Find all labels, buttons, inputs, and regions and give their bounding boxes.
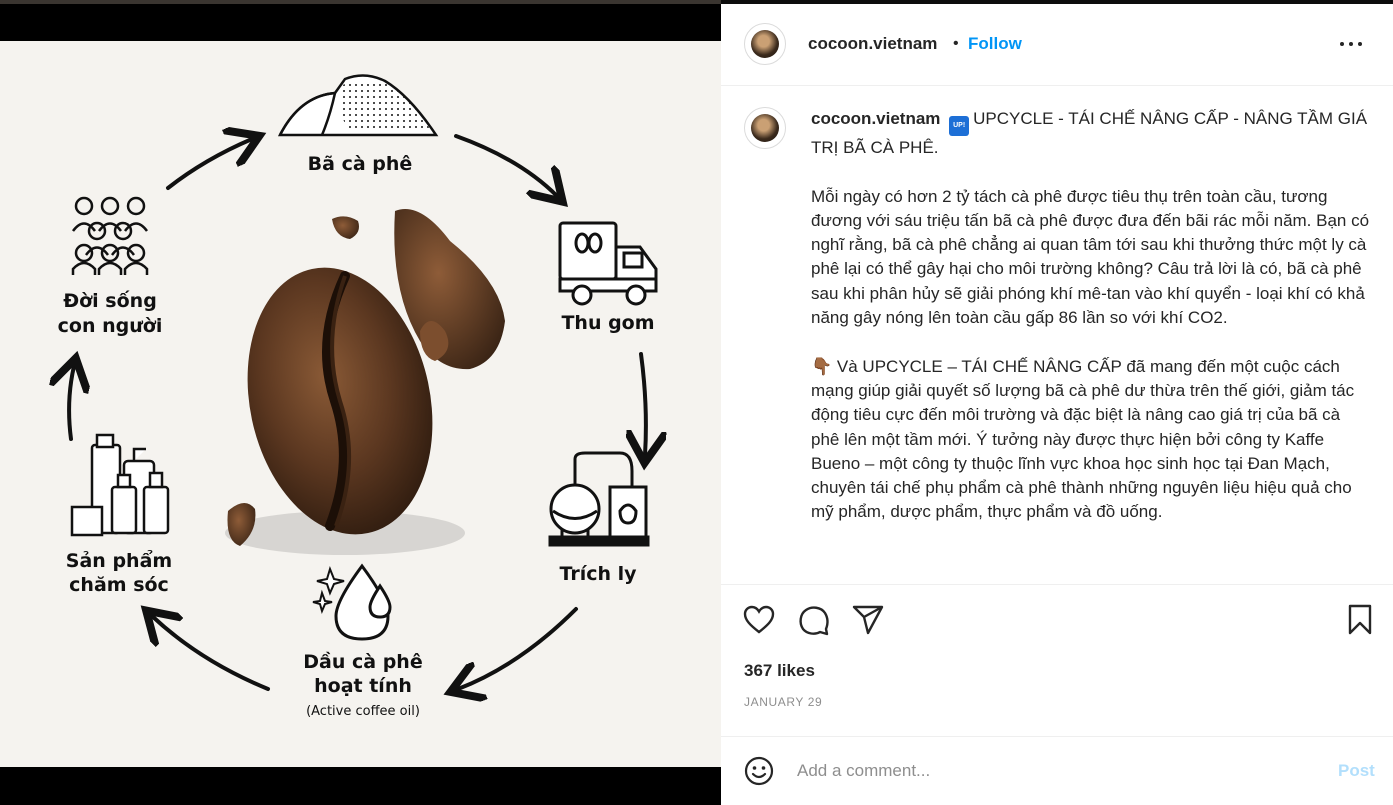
step-active-oil-line3: (Active coffee oil) [306, 704, 420, 719]
header-username[interactable]: cocoon.vietnam [808, 34, 937, 54]
post-side-panel: cocoon.vietnam • Follow cocoon.vietnam U… [721, 4, 1393, 805]
people-icon [71, 196, 149, 275]
follow-button[interactable]: Follow [968, 34, 1022, 54]
step-care-products-line1: Sản phẩm [65, 550, 173, 572]
instagram-post-modal: Bã cà phê Thu gom Trích ly Dầu cà phê ho… [0, 0, 1393, 805]
action-bar: 367 likes JANUARY 29 [721, 584, 1393, 736]
share-icon[interactable] [851, 603, 885, 637]
truck-icon [558, 221, 658, 306]
post-comment-button[interactable]: Post [1338, 761, 1375, 781]
step-coffee-grounds: Bã cà phê [307, 153, 413, 175]
step-human-life-line2: con người [57, 315, 163, 337]
step-collect: Thu gom [561, 312, 655, 334]
coffee-grounds-icon [277, 74, 439, 137]
emoji-icon[interactable] [743, 755, 775, 787]
heart-icon[interactable] [742, 603, 776, 637]
step-care-products-line2: chăm sóc [69, 574, 169, 596]
avatar[interactable] [744, 23, 786, 65]
caption-username[interactable]: cocoon.vietnam [811, 109, 940, 128]
likes-count[interactable]: 367 likes [744, 661, 815, 681]
comment-icon[interactable] [797, 603, 831, 637]
more-icon[interactable] [1339, 32, 1363, 56]
caption-paragraph-2: Và UPCYCLE – TÁI CHẾ NÂNG CẤP đã mang đế… [811, 356, 1355, 522]
caption-area: cocoon.vietnam UP! UPCYCLE - TÁI CHẾ NÂNG… [721, 87, 1393, 584]
step-human-life-line1: Đời sống [63, 290, 157, 312]
step-active-oil-line1: Dầu cà phê [303, 651, 423, 673]
comment-input[interactable] [797, 757, 1317, 785]
coffee-bean-photo [225, 209, 505, 555]
post-header: cocoon.vietnam • Follow [721, 4, 1393, 86]
comment-bar: Post [721, 736, 1393, 805]
up-badge-icon: UP! [949, 116, 970, 136]
post-date[interactable]: JANUARY 29 [744, 695, 822, 709]
pointing-down-icon: 👇🏾 [811, 356, 833, 376]
step-extract: Trích ly [559, 563, 637, 585]
care-products-icon [70, 433, 170, 537]
extraction-icon [548, 451, 650, 547]
caption-paragraph-1: Mỗi ngày có hơn 2 tỷ tách cà phê được ti… [811, 186, 1370, 328]
post-image[interactable]: Bã cà phê Thu gom Trích ly Dầu cà phê ho… [0, 41, 721, 767]
caption-avatar[interactable] [744, 107, 786, 149]
bookmark-icon[interactable] [1343, 603, 1377, 637]
post-media: Bã cà phê Thu gom Trích ly Dầu cà phê ho… [0, 0, 721, 805]
background-strip [0, 0, 721, 4]
oil-drops-icon [312, 563, 392, 641]
separator-dot: • [953, 35, 959, 52]
caption-text: cocoon.vietnam UP! UPCYCLE - TÁI CHẾ NÂNG… [811, 107, 1371, 549]
step-active-oil-line2: hoạt tính [314, 675, 412, 697]
